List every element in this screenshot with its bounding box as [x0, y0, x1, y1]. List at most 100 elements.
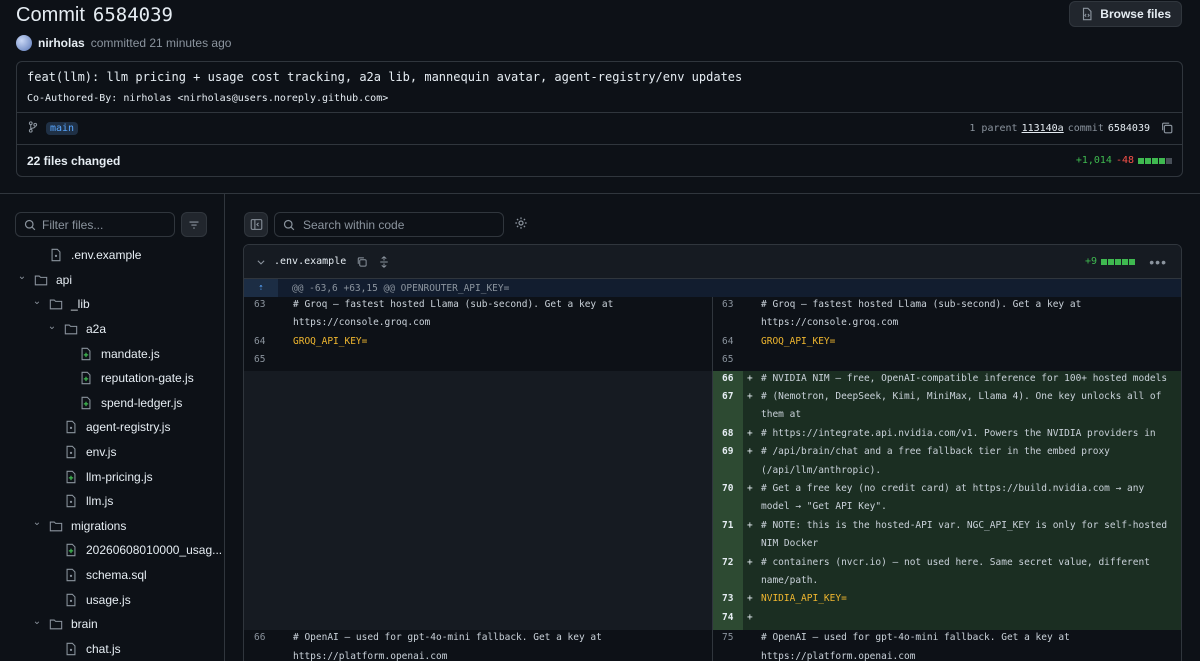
line-number: 72 [722, 556, 734, 568]
divider [224, 194, 225, 661]
line-number: 70 [722, 483, 734, 494]
file-added-icon [64, 543, 78, 557]
code-line: # NOTE: this is the hosted-API var. NGC_… [761, 519, 1168, 531]
branch-label[interactable]: main [46, 122, 79, 135]
tree-item-label: mandate.js [101, 346, 160, 361]
avatar[interactable] [16, 35, 32, 51]
file-code-icon [1083, 7, 1092, 21]
line-number: 75 [722, 632, 734, 644]
folder-icon [49, 297, 63, 311]
added-marker: + [747, 446, 753, 458]
tree-file[interactable]: llm.js [0, 489, 224, 514]
file-name[interactable]: .env.example [274, 256, 346, 267]
line-number: 68 [722, 427, 734, 439]
added-marker: + [747, 391, 753, 402]
line-number: 64 [254, 335, 266, 347]
added-marker: + [747, 519, 753, 531]
tree-folder[interactable]: ⌄ a2a [0, 317, 224, 342]
tree-item-label: 20260608010000_usag... [86, 543, 223, 558]
more-options-icon[interactable]: ••• [1149, 254, 1167, 270]
code-line: # Groq — fastest hosted Llama (sub-secon… [293, 299, 614, 310]
chevron-down-icon[interactable]: ⌄ [31, 616, 43, 627]
folder-icon [49, 617, 63, 631]
toggle-sidebar-button[interactable] [244, 212, 268, 237]
gear-icon[interactable] [514, 216, 528, 230]
diffstat-blocks [1138, 157, 1172, 164]
commit-sha-value: 6584039 [1107, 122, 1150, 134]
chevron-down-icon[interactable]: ⌄ [31, 296, 43, 307]
chevron-down-icon[interactable]: ⌄ [16, 271, 28, 282]
added-block [743, 370, 1181, 631]
search-code-placeholder: Search within code [303, 217, 405, 232]
file-diff: .env.example +9 ••• ⇡ @@ -63,6 +63,15 @@… [243, 244, 1182, 661]
code-line: # Groq — fastest hosted Llama (sub-secon… [761, 299, 1082, 310]
code-line: NVIDIA_API_KEY= [761, 593, 847, 605]
line-number: 73 [722, 593, 734, 605]
folder-icon [34, 273, 48, 287]
commit-message-body: Co-Authored-By: nirholas <nirholas@users… [27, 93, 389, 104]
tree-file[interactable]: llm-pricing.js [0, 464, 224, 489]
line-number: 65 [722, 354, 734, 366]
diffstat-block [1101, 258, 1107, 265]
line-number: 71 [722, 519, 734, 531]
tree-item-label: brain [71, 617, 98, 632]
tree-file[interactable]: schema.sql [0, 563, 224, 588]
line-number: 63 [722, 299, 734, 310]
browse-files-button[interactable]: Browse files [1069, 1, 1182, 27]
tree-file[interactable]: usage.js [0, 587, 224, 612]
empty-hunk-space [244, 370, 712, 631]
tree-file[interactable]: mandate.js [0, 341, 224, 366]
code-line: # OpenAI — used for gpt-4o-mini fallback… [761, 632, 1070, 644]
parent-sha-link[interactable]: 113140a [1022, 123, 1064, 134]
author-link[interactable]: nirholas [38, 36, 85, 50]
tree-item-label: env.js [86, 445, 117, 460]
file-modified-icon [64, 494, 78, 508]
code-line: name/path. [761, 575, 819, 586]
code-line: https://console.groq.com [761, 317, 899, 329]
tree-file[interactable]: spend-ledger.js [0, 391, 224, 416]
commit-message-title: feat(llm): llm pricing + usage cost trac… [27, 70, 743, 84]
code-line: NIM Docker [761, 538, 819, 550]
line-number: 66 [722, 372, 734, 384]
filter-options-button[interactable] [181, 212, 207, 237]
tree-file[interactable]: .env.example [0, 243, 224, 268]
tree-item-label: agent-registry.js [86, 420, 171, 435]
tree-folder[interactable]: ⌄ migrations [0, 514, 224, 539]
tree-item-label: _lib [71, 297, 90, 312]
chevron-down-icon[interactable]: ⌄ [46, 321, 58, 332]
code-line: https://console.groq.com [293, 317, 431, 329]
line-number: 63 [254, 299, 266, 310]
chevron-down-icon[interactable]: ⌄ [31, 517, 43, 528]
copy-icon[interactable] [1160, 121, 1174, 135]
copy-icon[interactable] [356, 256, 368, 268]
file-modified-icon [64, 445, 78, 459]
deletions-count: -48 [1115, 155, 1134, 166]
added-marker: + [747, 593, 753, 605]
tree-file[interactable]: chat.js [0, 637, 224, 661]
tree-folder[interactable]: ⌄ _lib [0, 292, 224, 317]
divider [17, 112, 1182, 113]
tree-file[interactable]: reputation-gate.js [0, 366, 224, 391]
added-marker: + [747, 372, 753, 384]
file-diff-header: .env.example +9 ••• [244, 245, 1181, 279]
added-marker: + [747, 427, 753, 439]
commit-message-box: feat(llm): llm pricing + usage cost trac… [16, 61, 1183, 177]
tree-file[interactable]: env.js [0, 440, 224, 465]
divider [17, 144, 1182, 145]
tree-folder[interactable]: ⌄ brain [0, 612, 224, 637]
chevron-down-icon[interactable] [256, 257, 266, 267]
tree-item-label: llm-pricing.js [86, 469, 153, 484]
filter-files-input[interactable]: Filter files... [15, 212, 175, 237]
tree-file[interactable]: agent-registry.js [0, 415, 224, 440]
code-line: https://platform.openai.com [761, 650, 916, 661]
diffstat-block [1159, 157, 1165, 164]
tree-item-label: migrations [71, 518, 127, 533]
search-code-input[interactable]: Search within code [274, 212, 504, 237]
expand-up-icon[interactable]: ⇡ [244, 279, 278, 297]
diffstat-block [1166, 157, 1172, 164]
tree-folder[interactable]: ⌄ api [0, 268, 224, 293]
tree-file[interactable]: 20260608010000_usag... [0, 538, 224, 563]
expand-all-icon[interactable] [378, 255, 390, 268]
code-line: # Get a free key (no credit card) at htt… [761, 483, 1145, 494]
tree-item-label: llm.js [86, 494, 114, 509]
